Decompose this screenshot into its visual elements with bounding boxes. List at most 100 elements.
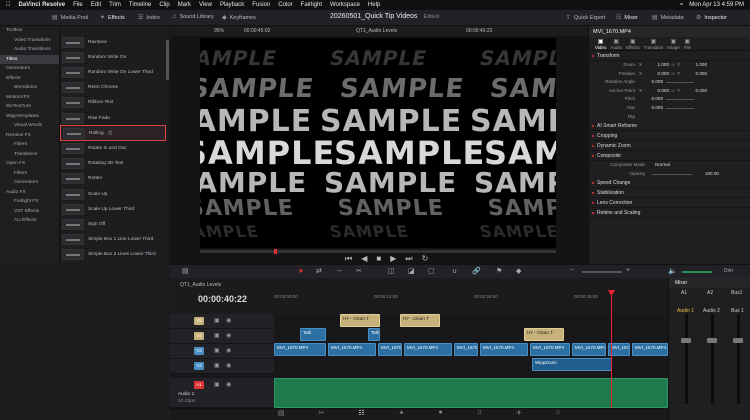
link-icon[interactable]: ∞ bbox=[669, 61, 677, 70]
home-icon[interactable]: ⌂ bbox=[556, 409, 560, 420]
inspector-tab-effects[interactable]: ▣ Effects bbox=[626, 38, 640, 50]
fx-category[interactable]: AU Effects bbox=[0, 216, 59, 226]
playhead[interactable] bbox=[611, 292, 612, 420]
eye-icon[interactable]: ◉ bbox=[226, 317, 231, 324]
skip-end-icon[interactable]: ⏭ bbox=[405, 254, 412, 264]
menu-help[interactable]: Help bbox=[368, 2, 380, 8]
snapping-icon[interactable]: ∪ bbox=[452, 267, 457, 275]
property-value[interactable]: 0.000 bbox=[639, 78, 664, 87]
deliver-page-icon[interactable]: ✈ bbox=[516, 409, 522, 420]
fx-item[interactable]: Rolling ☝ bbox=[60, 125, 166, 142]
keyframes-button[interactable]: ◆ Keyframes bbox=[222, 14, 256, 22]
menu-mark[interactable]: Mark bbox=[178, 2, 191, 8]
index-button[interactable]: ☰ Index bbox=[138, 14, 160, 22]
fx-category[interactable]: Audio Transitions bbox=[0, 45, 59, 55]
menu-edit[interactable]: Edit bbox=[91, 2, 101, 8]
fx-category[interactable]: Effects bbox=[0, 74, 59, 84]
fx-category[interactable]: Audio FX bbox=[0, 188, 59, 198]
fx-category[interactable]: Resolve FX bbox=[0, 131, 59, 141]
overwrite-clip-icon[interactable]: ◪ bbox=[408, 267, 415, 275]
fx-category[interactable]: Fairlight FX bbox=[0, 197, 59, 207]
fx-item[interactable]: Simple Box 1 Line Lower Third bbox=[60, 232, 166, 248]
inspector-tab-transition[interactable]: ▣ Transition bbox=[644, 38, 664, 50]
apple-icon[interactable]:  bbox=[6, 2, 11, 8]
effects-button[interactable]: ✦ Effects bbox=[100, 14, 125, 22]
fader-a1[interactable] bbox=[681, 314, 691, 404]
fx-item[interactable]: Simple Box 2 Lines Lower Third bbox=[60, 247, 166, 263]
property-value[interactable]: 0.000 bbox=[639, 95, 664, 104]
trim-tool-icon[interactable]: ⇄ bbox=[316, 267, 322, 275]
fx-category[interactable]: Filters bbox=[0, 140, 59, 150]
property-value[interactable]: 0.000 bbox=[645, 87, 670, 96]
fx-item[interactable]: Rise Fade bbox=[60, 110, 166, 126]
inspector-section[interactable]: Retime and Scaling bbox=[589, 208, 750, 219]
property-value[interactable]: 1.000 bbox=[645, 61, 670, 70]
audio-clip[interactable] bbox=[274, 378, 668, 408]
menu-playback[interactable]: Playback bbox=[220, 2, 244, 8]
eye-icon[interactable]: ◉ bbox=[226, 347, 231, 354]
track-header-a1[interactable]: A1 ▣ ◉ Audio 1 10 Clips bbox=[170, 378, 274, 408]
fx-category[interactable]: Visual Words bbox=[0, 121, 59, 131]
timeline-zoom-slider[interactable] bbox=[582, 271, 622, 273]
layout-icon[interactable]: ▤ bbox=[182, 267, 189, 275]
timeline-ruler[interactable]: 00:00:00:00 00:00:12:00 00:00:24:00 00:00:3… bbox=[274, 292, 668, 314]
fader-knob[interactable] bbox=[707, 338, 717, 343]
fx-item[interactable]: Rainbow bbox=[60, 34, 166, 50]
title-clip[interactable]: HY - Clean T bbox=[400, 314, 440, 327]
inspector-tab-image[interactable]: ▣ Image bbox=[667, 38, 680, 50]
track-header-v3[interactable]: V3 ▣ ◉ bbox=[170, 344, 274, 359]
video-clip[interactable]: MVI_1670.MP4 bbox=[404, 343, 452, 356]
quick-export-button[interactable]: ⇧ Quick Export bbox=[566, 14, 606, 22]
fader-knob[interactable] bbox=[733, 338, 743, 343]
inspector-section[interactable]: Speed Change bbox=[589, 178, 750, 189]
zoom-in-icon[interactable]: + bbox=[626, 267, 630, 274]
fx-item[interactable]: Random Write On bbox=[60, 49, 166, 65]
title-clip[interactable]: HY - Clean T bbox=[524, 328, 564, 341]
lock-icon[interactable]: ▣ bbox=[214, 362, 220, 369]
selection-tool-icon[interactable]: ➤ bbox=[298, 267, 304, 275]
media-page-icon[interactable]: ▤ bbox=[278, 409, 285, 420]
inspector-section[interactable]: Dynamic Zoom bbox=[589, 141, 750, 152]
effects-scrollbar[interactable] bbox=[166, 40, 169, 80]
clock[interactable]: Mon Apr 13 4:59 PM bbox=[689, 2, 744, 8]
menu-trim[interactable]: Trim bbox=[109, 2, 121, 8]
property-value[interactable]: 1.000 bbox=[683, 61, 708, 70]
fx-item[interactable]: Scale Up bbox=[60, 186, 166, 202]
property-slider[interactable] bbox=[666, 99, 694, 101]
inspector-tab-audio[interactable]: ▣ Audio bbox=[610, 38, 622, 50]
play-icon[interactable]: ▶ bbox=[390, 254, 396, 264]
title-clip[interactable]: HY - Clean T bbox=[340, 314, 380, 327]
cut-page-icon[interactable]: ✂ bbox=[319, 409, 325, 420]
fx-item[interactable]: Rotten bbox=[60, 171, 166, 187]
inspector-button[interactable]: ⚙ Inspector bbox=[696, 14, 727, 22]
fx-category[interactable]: Toolbox bbox=[0, 26, 59, 36]
zoom-level[interactable]: 95% bbox=[214, 28, 224, 34]
fx-category[interactable]: Open FX bbox=[0, 159, 59, 169]
inspector-tab-video[interactable]: ▣ Video bbox=[595, 38, 606, 50]
replace-clip-icon[interactable]: ▢ bbox=[428, 267, 435, 275]
eye-icon[interactable]: ◉ bbox=[226, 362, 231, 369]
flag-icon[interactable]: ⚑ bbox=[496, 267, 502, 275]
inspector-section[interactable]: Lens Correction bbox=[589, 198, 750, 209]
dim-button[interactable]: Dim bbox=[724, 268, 733, 274]
lock-icon[interactable]: ▣ bbox=[214, 317, 220, 324]
menu-clip[interactable]: Clip bbox=[159, 2, 169, 8]
fairlight-page-icon[interactable]: ♫ bbox=[477, 409, 482, 420]
inspector-section[interactable]: Composite bbox=[589, 151, 750, 162]
video-frame[interactable]: SAMPLESAMPLESAMPLESAMPLESAMPLESAMPLESAMP… bbox=[200, 38, 556, 248]
menu-view[interactable]: View bbox=[199, 2, 212, 8]
fx-category[interactable]: Titles bbox=[0, 54, 59, 64]
viewer-timeline-name[interactable]: QT1_Audio Levels bbox=[356, 28, 397, 34]
volume-slider[interactable] bbox=[682, 271, 712, 273]
inspector-section[interactable]: Cropping bbox=[589, 131, 750, 142]
property-value[interactable]: 0.000 bbox=[645, 70, 670, 79]
inspector-section[interactable]: Stabilization bbox=[589, 188, 750, 199]
viewer-scrubber[interactable] bbox=[200, 249, 556, 254]
fx-category[interactable]: Video Transitions bbox=[0, 36, 59, 46]
video-clip[interactable]: MVI_1670.MP4 bbox=[328, 343, 376, 356]
media-pool-button[interactable]: ▤ Media Pool bbox=[52, 14, 88, 22]
track-header-v2[interactable]: V2 ▣ ◉ bbox=[170, 359, 274, 374]
menu-fairlight[interactable]: Fairlight bbox=[301, 2, 322, 8]
insert-clip-icon[interactable]: ◫ bbox=[388, 267, 395, 275]
track-header-v5[interactable]: V5 ▣ ◉ bbox=[170, 314, 274, 329]
